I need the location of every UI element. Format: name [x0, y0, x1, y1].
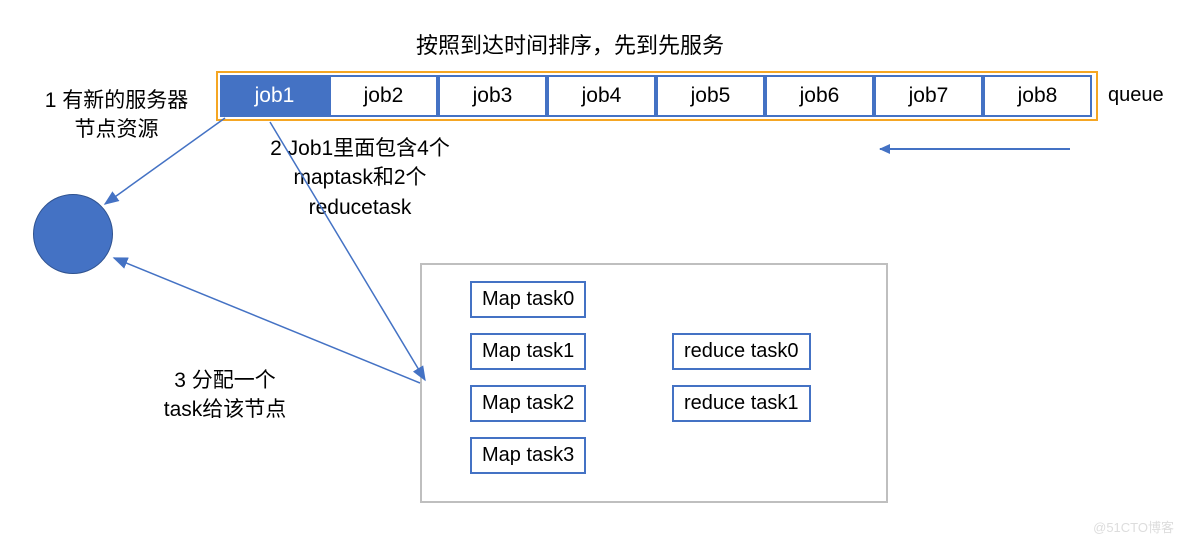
reduce-task: reduce task1: [672, 385, 811, 422]
map-task: Map task1: [470, 333, 586, 370]
job-cell: job2: [329, 75, 438, 117]
text-line: reducetask: [250, 193, 470, 222]
job-queue: job1 job2 job3 job4 job5 job6 job7 job8: [220, 75, 1092, 117]
job-cell: job4: [547, 75, 656, 117]
text-line: 3 分配一个: [140, 366, 310, 395]
map-task: Map task3: [470, 437, 586, 474]
incoming-arrow: [880, 148, 1070, 150]
tasks-container: Map task0 Map task1 Map task2 Map task3 …: [420, 263, 888, 503]
map-task: Map task2: [470, 385, 586, 422]
text-line: 1 有新的服务器: [19, 86, 214, 115]
text-line: maptask和2个: [250, 163, 470, 192]
map-task: Map task0: [470, 281, 586, 318]
annotation-2: 2 Job1里面包含4个 maptask和2个 reducetask: [250, 134, 470, 222]
diagram-title: 按照到达时间排序，先到先服务: [416, 28, 724, 60]
text-line: task给该节点: [140, 395, 310, 424]
text-line: 2 Job1里面包含4个: [250, 134, 470, 163]
job-cell: job3: [438, 75, 547, 117]
annotation-3: 3 分配一个 task给该节点: [140, 366, 310, 425]
server-node: [33, 194, 113, 274]
job-cell: job7: [874, 75, 983, 117]
reduce-task: reduce task0: [672, 333, 811, 370]
job-cell: job6: [765, 75, 874, 117]
text-line: 节点资源: [19, 115, 214, 144]
annotation-1: 1 有新的服务器 节点资源: [19, 86, 214, 145]
queue-label: queue: [1108, 84, 1164, 107]
job-cell: job8: [983, 75, 1092, 117]
job-cell: job1: [220, 75, 329, 117]
job-cell: job5: [656, 75, 765, 117]
watermark: @51CTO博客: [1093, 517, 1174, 536]
